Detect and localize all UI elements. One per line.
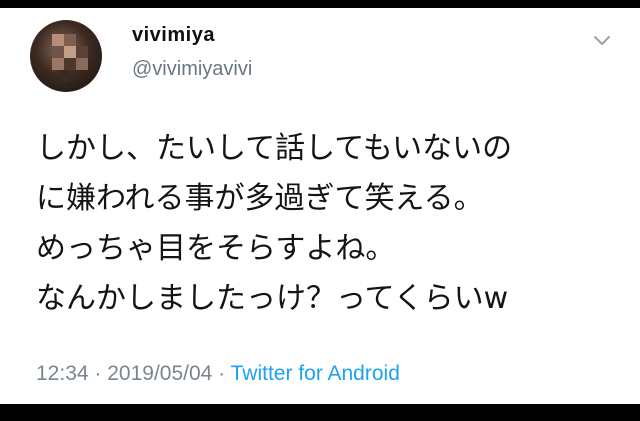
tweet-line: なんかしましたっけ？ってくらいw — [36, 281, 509, 316]
chevron-down-icon[interactable] — [590, 28, 614, 52]
tweet-metadata: 12:34 · 2019/05/04 · Twitter for Android — [36, 362, 400, 386]
avatar[interactable] — [30, 20, 102, 92]
tweet-date[interactable]: 2019/05/04 — [107, 362, 212, 385]
separator-dot: · — [88, 362, 108, 385]
display-name[interactable]: vivimiya — [132, 24, 215, 47]
tweet-source-link[interactable]: Twitter for Android — [231, 362, 400, 385]
user-handle[interactable]: @vivimiyavivi — [132, 58, 252, 81]
tweet-text: しかし、たいして話してもいないの に嫌われる事が多過ぎて笑える。 めっちゃ目をそ… — [36, 124, 616, 324]
top-black-band — [0, 0, 640, 8]
tweet-line: めっちゃ目をそらすよね。 — [36, 231, 396, 266]
tweet-time[interactable]: 12:34 — [36, 362, 89, 385]
tweet-line: しかし、たいして話してもいないの — [36, 131, 513, 166]
tweet-line: に嫌われる事が多過ぎて笑える。 — [36, 181, 484, 216]
bottom-black-band — [0, 404, 640, 421]
separator-dot: · — [212, 362, 231, 385]
